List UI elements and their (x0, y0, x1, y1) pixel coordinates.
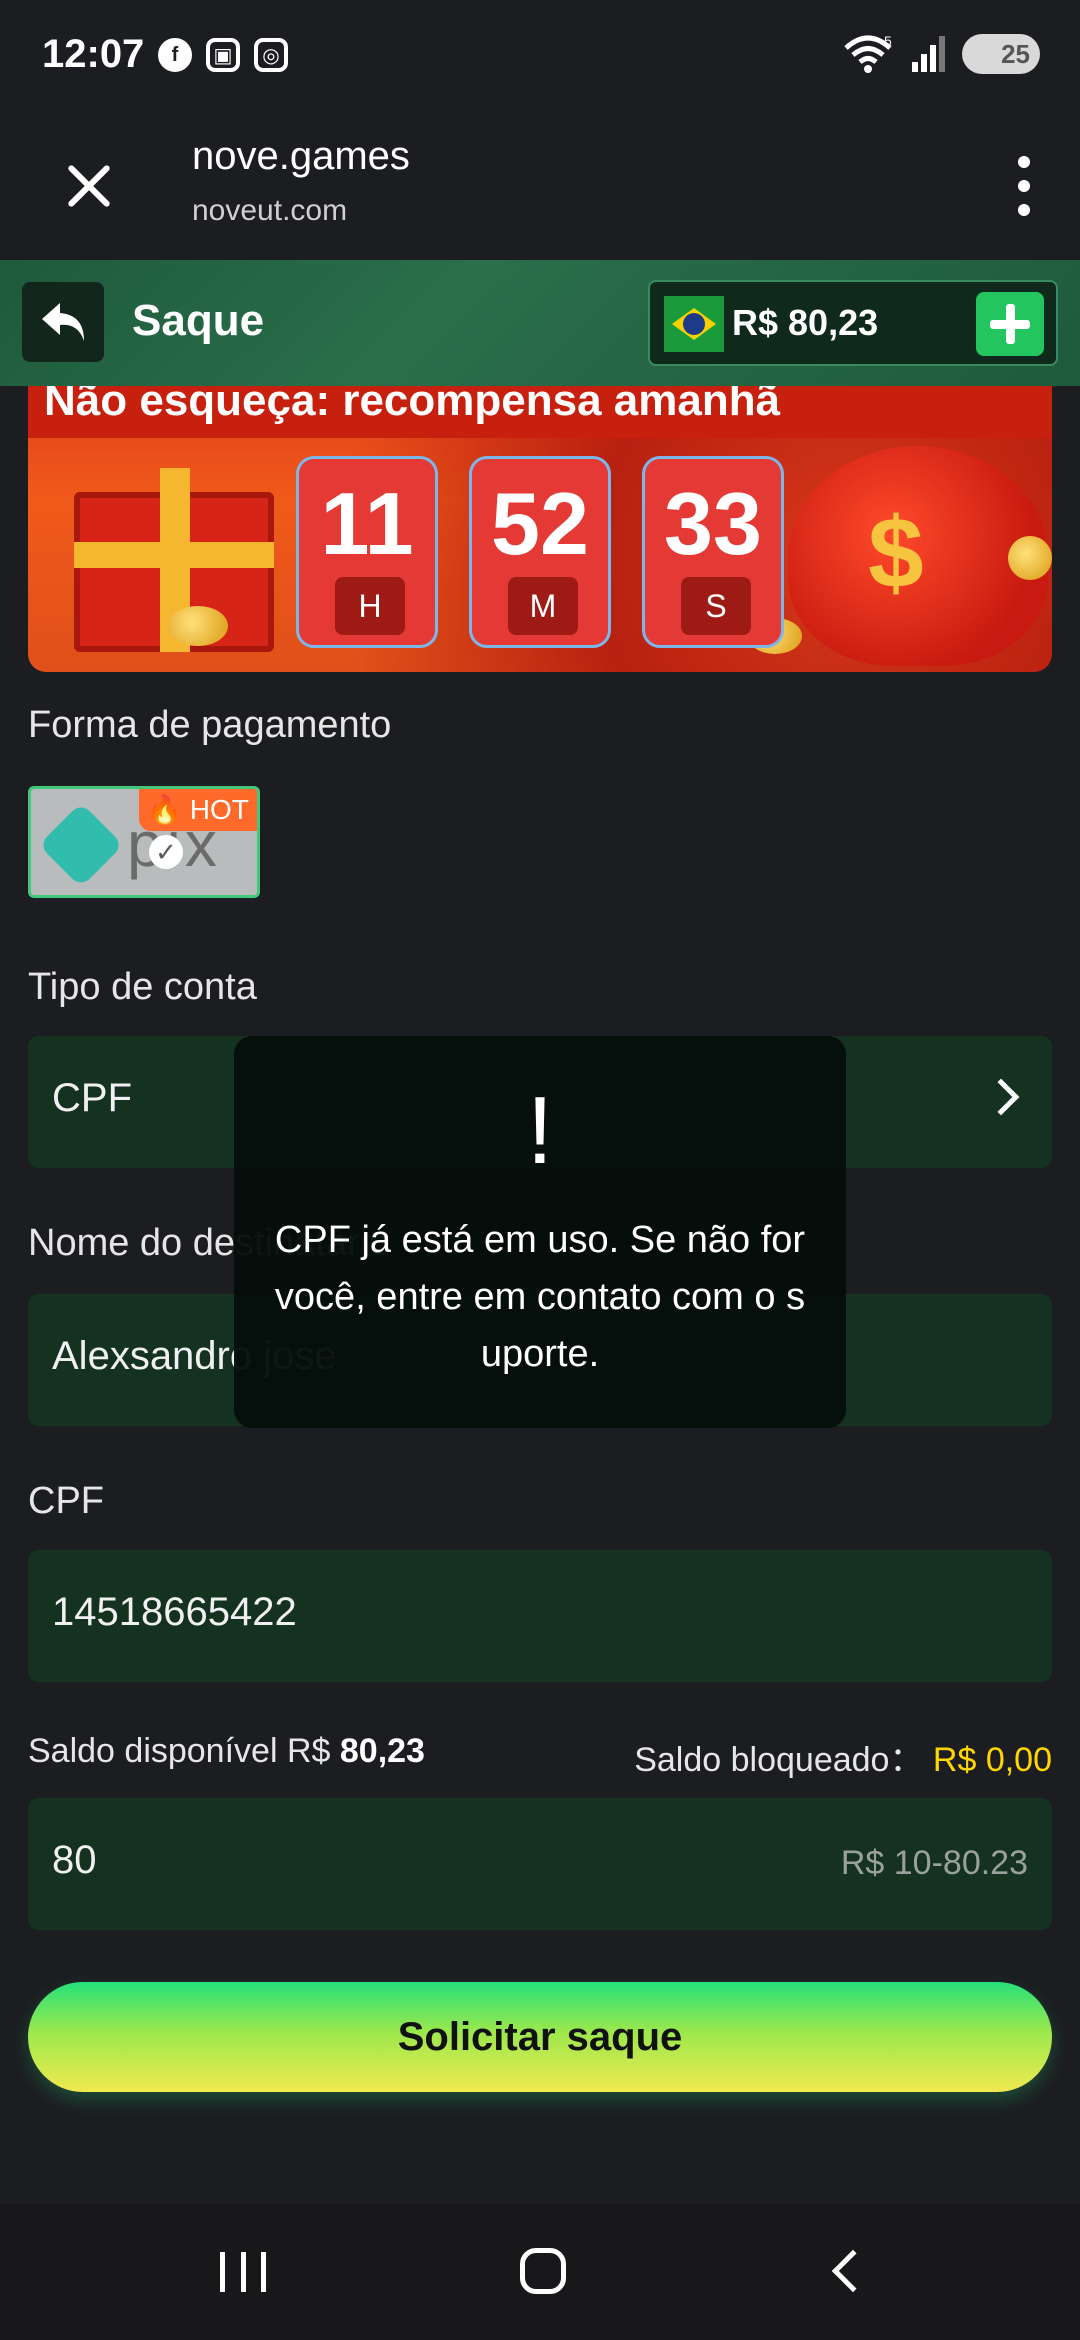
site-url: noveut.com (192, 194, 348, 227)
blocked-balance: Saldo bloqueado： R$ 0,00 (634, 1732, 1052, 1781)
cpf-value: 14518665422 (52, 1590, 297, 1634)
available-balance: Saldo disponível R$ 80,23 (28, 1732, 425, 1771)
back-arrow-icon (42, 303, 84, 341)
toast-message: CPF já está em uso. Se não for você, ent… (274, 1219, 806, 1375)
status-time: 12:07 (42, 32, 145, 76)
back-nav-icon[interactable] (831, 2249, 875, 2293)
account-type-value: CPF (52, 1076, 132, 1120)
chevron-right-icon (982, 1078, 1020, 1116)
battery-icon: 25 (962, 34, 1040, 74)
exclamation-icon: ! (526, 1077, 554, 1184)
hot-badge-text: HOT (189, 794, 249, 825)
facebook-icon: f (158, 38, 192, 72)
amount-value: 80 (52, 1838, 97, 1882)
app-header: Saque R$ 80,23 (0, 260, 1080, 386)
timer-minutes: 52 M (469, 456, 611, 648)
check-icon: ✓ (149, 835, 183, 869)
signal-icon (912, 36, 945, 72)
timer-seconds: 33 S (642, 456, 784, 648)
request-withdrawal-button[interactable]: Solicitar saque (28, 1982, 1052, 2092)
close-icon[interactable] (62, 158, 118, 214)
available-balance-value: 80,23 (339, 1732, 425, 1770)
blocked-balance-label: Saldo bloqueado： (634, 1741, 924, 1779)
available-balance-label: Saldo disponível R$ (28, 1732, 331, 1770)
site-title: nove.games (192, 134, 410, 178)
balance-display: R$ 80,23 (648, 280, 1058, 366)
coin-image (168, 606, 228, 646)
notification-icons: f ▣ ◎ (158, 38, 288, 72)
cpf-field[interactable]: 14518665422 (28, 1550, 1052, 1682)
timer-minutes-value: 52 (491, 474, 589, 573)
timer-hours-value: 11 (320, 474, 414, 573)
browser-bar: nove.games noveut.com (0, 110, 1080, 260)
timer-minutes-label: M (508, 577, 578, 635)
home-icon[interactable] (520, 2248, 566, 2294)
timer-seconds-label: S (681, 577, 751, 635)
page-title: Saque (132, 296, 265, 345)
battery-level: 25 (1001, 38, 1030, 69)
header-balance: R$ 80,23 (732, 302, 879, 343)
back-button[interactable] (22, 282, 104, 362)
balance-info: Saldo disponível R$ 80,23 Saldo bloquead… (28, 1732, 1052, 1782)
pix-payment-option[interactable]: pix ✓ 🔥 HOT (28, 786, 260, 898)
amount-range-hint: R$ 10-80.23 (840, 1844, 1028, 1882)
amount-field[interactable]: 80 R$ 10-80.23 (28, 1798, 1052, 1930)
screenshot-icon: ▣ (206, 38, 240, 72)
error-toast: ! CPF já está em uso. Se não for você, e… (234, 1036, 846, 1428)
hot-badge: 🔥 HOT (139, 789, 257, 831)
payment-method-label: Forma de pagamento (28, 704, 392, 746)
pix-logo-icon (38, 802, 124, 888)
coin-image (1008, 536, 1052, 580)
brazil-flag-icon (664, 296, 724, 352)
banner-title: Não esqueça: recompensa amanhã (44, 386, 781, 425)
wifi-icon: 5 (844, 34, 892, 73)
recent-apps-icon[interactable] (220, 2252, 266, 2292)
timer-seconds-value: 33 (664, 474, 762, 573)
reward-banner[interactable]: $ Não esqueça: recompensa amanhã 11 H 52… (28, 386, 1052, 672)
timer-hours-label: H (335, 577, 405, 635)
system-icons: 5 25 (842, 34, 1040, 74)
timer-hours: 11 H (296, 456, 438, 648)
account-type-label: Tipo de conta (28, 966, 257, 1008)
blocked-balance-value: R$ 0,00 (932, 1741, 1052, 1779)
instagram-icon: ◎ (254, 38, 288, 72)
system-nav-bar (0, 2204, 1080, 2340)
status-bar: 12:07 f ▣ ◎ 5 25 (0, 0, 1080, 110)
more-options-icon[interactable] (1016, 156, 1032, 216)
cpf-label: CPF (28, 1480, 104, 1522)
svg-text:5: 5 (884, 34, 892, 49)
deposit-button[interactable] (976, 292, 1044, 356)
